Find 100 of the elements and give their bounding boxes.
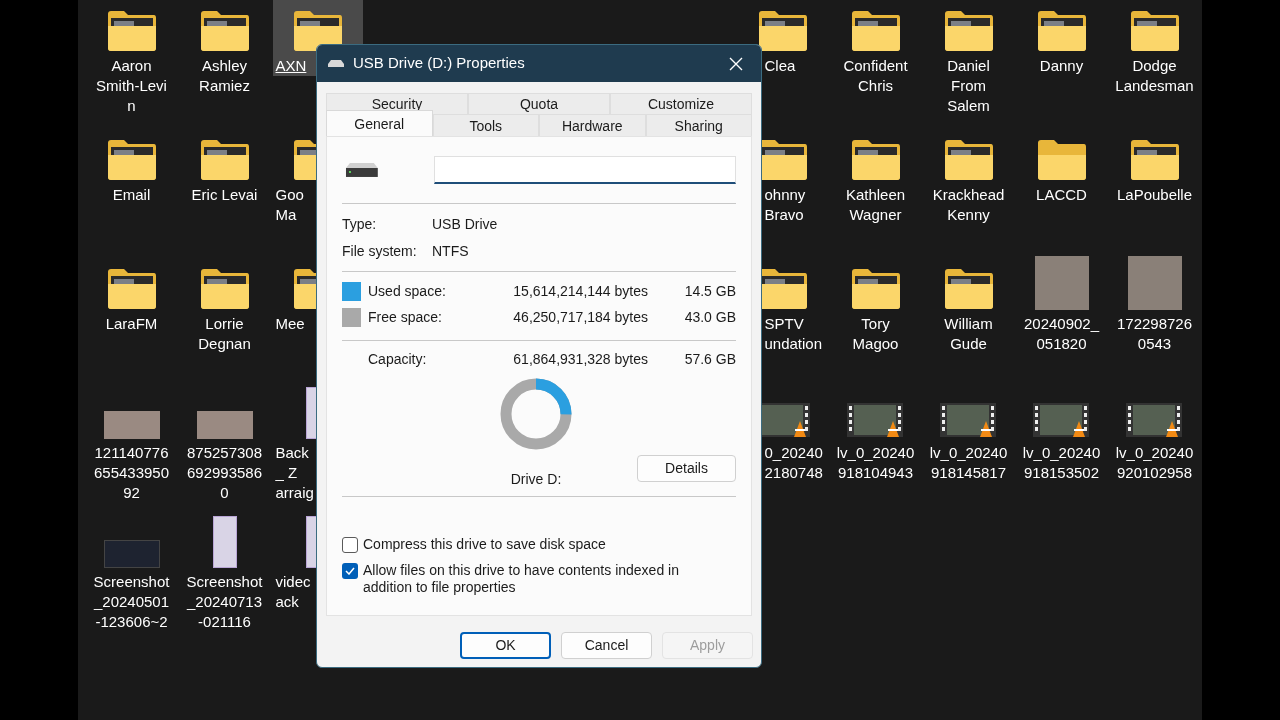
desktop-icon[interactable]: Ashley Ramiez — [179, 0, 270, 96]
desktop-icon-label: Back _ Z arraig — [274, 443, 315, 503]
space-size: 14.5 GB — [683, 281, 736, 301]
property-value: NTFS — [432, 242, 469, 261]
desktop-icon-label: 20240902_ 051820 — [1022, 314, 1101, 354]
checkbox-label: Allow files on this drive to have contents indexed in addition to file properties — [363, 562, 680, 596]
desktop-icon-label: LaraFM — [104, 314, 159, 334]
folder-with-preview-icon — [849, 10, 902, 52]
folder-with-preview-icon — [942, 268, 995, 310]
space-bytes: 61,864,931,328 bytes — [512, 349, 648, 369]
desktop-icon[interactable]: Clea — [737, 0, 828, 76]
video-thumbnail-icon — [1032, 403, 1091, 439]
tab[interactable]: Hardware — [539, 114, 646, 136]
folder-with-preview-icon — [198, 268, 251, 310]
property-value: USB Drive — [432, 215, 498, 234]
desktop-icon-label: Confident Chris — [842, 56, 909, 96]
desktop-icon[interactable]: Danny — [1016, 0, 1107, 76]
desktop-icon-label: Eric Levai — [190, 185, 259, 205]
folder-with-preview-icon — [1035, 10, 1088, 52]
dialog-button[interactable]: OK — [460, 632, 551, 659]
desktop-icon[interactable]: Screenshot _20240713 -021116 — [179, 516, 270, 632]
desktop-icon[interactable]: Screenshot _20240501 -123606~2 — [86, 516, 177, 632]
tab[interactable]: Quota — [468, 93, 610, 114]
space-size: 57.6 GB — [683, 349, 736, 369]
photo-placeholder — [1127, 256, 1182, 310]
desktop-icon[interactable]: lv_0_20240 918153502 — [1016, 387, 1107, 483]
desktop-icon[interactable]: Daniel From Salem — [923, 0, 1014, 116]
property-label: File system: — [342, 242, 418, 261]
checkmark-icon — [345, 567, 355, 575]
video-thumbnail-icon — [939, 403, 998, 439]
desktop-icon-label: Screenshot _20240713 -021116 — [185, 572, 264, 632]
desktop-icon-label: Mee — [274, 314, 306, 334]
desktop-icon-label: lv_0_20240 920102958 — [1114, 443, 1195, 483]
desktop-icon-label: lv_0_20240 918145817 — [928, 443, 1009, 483]
desktop-icon[interactable]: William Gude — [923, 258, 1014, 354]
photo-placeholder — [196, 411, 253, 439]
desktop-icon[interactable]: Confident Chris — [830, 0, 921, 96]
desktop-icon-label: SPTV undation — [764, 314, 824, 354]
checkbox[interactable] — [342, 563, 358, 579]
video-thumbnail-icon — [846, 403, 905, 439]
desktop-icon-label: Goo Ma — [274, 185, 305, 225]
photo-placeholder — [1034, 256, 1089, 310]
desktop-icon-label: Tory Magoo — [851, 314, 900, 354]
folder-with-preview-icon — [942, 10, 995, 52]
space-bytes: 15,614,214,144 bytes — [512, 281, 648, 301]
desktop-icon-label: videc ack — [274, 572, 312, 612]
folder-with-preview-icon — [105, 268, 158, 310]
desktop-icon-label: Kathleen Wagner — [844, 185, 907, 225]
desktop-icon[interactable]: Krackhead Kenny — [923, 129, 1014, 225]
folder-with-preview-icon — [291, 10, 344, 52]
desktop-icon[interactable]: LaraFM — [86, 258, 177, 334]
desktop-icon-label: Aaron Smith-Levi n — [95, 56, 168, 116]
desktop-icon[interactable]: LaPoubelle — [1109, 129, 1200, 205]
folder-with-preview-icon — [942, 139, 995, 181]
desktop-icon[interactable]: 121140776 655433950 92 — [86, 387, 177, 503]
desktop-icon[interactable]: lv_0_20240 918104943 — [830, 387, 921, 483]
desktop-icon[interactable]: Eric Levai — [179, 129, 270, 205]
desktop-icon-label: AXN — [274, 56, 308, 76]
desktop-icon[interactable]: Aaron Smith-Levi n — [86, 0, 177, 116]
drive-label: Drive D: — [510, 470, 562, 489]
video-thumbnail-icon — [1125, 403, 1184, 439]
tab[interactable]: General — [326, 110, 433, 136]
desktop-icon-label: lv_0_20240 918104943 — [835, 443, 916, 483]
folder-with-preview-icon — [1128, 139, 1181, 181]
folder-with-preview-icon — [198, 139, 251, 181]
desktop-icon-label: 875257308 692993586 0 — [185, 443, 264, 503]
screenshot-thumbnail — [212, 516, 237, 568]
screenshot-thumbnail — [103, 540, 160, 568]
dialog-button[interactable]: Cancel — [561, 632, 652, 659]
desktop-icon[interactable]: Email — [86, 129, 177, 205]
desktop-icon[interactable]: Tory Magoo — [830, 258, 921, 354]
desktop-icon[interactable]: LACCD — [1016, 129, 1107, 205]
tab[interactable]: Customize — [610, 93, 752, 114]
desktop-icon-label: Danny — [1038, 56, 1085, 76]
desktop-icon[interactable]: Kathleen Wagner — [830, 129, 921, 225]
desktop-icon-label: William Gude — [943, 314, 994, 354]
desktop-icon-label: Ashley Ramiez — [198, 56, 251, 96]
name-field[interactable] — [433, 156, 736, 184]
tab[interactable]: Sharing — [645, 114, 752, 136]
checkbox[interactable] — [342, 537, 358, 553]
folder-with-preview-icon — [105, 10, 158, 52]
folder-with-preview-icon — [198, 10, 251, 52]
desktop-icon[interactable]: lv_0_20240 920102958 — [1109, 387, 1200, 483]
details-button[interactable]: Details — [637, 455, 736, 482]
space-bytes: 46,250,717,184 bytes — [512, 307, 648, 327]
desktop-icon-label: Daniel From Salem — [946, 56, 991, 116]
desktop-icon[interactable]: 875257308 692993586 0 — [179, 387, 270, 503]
space-size: 43.0 GB — [683, 307, 736, 327]
desktop-icon[interactable]: SPTV undation — [737, 258, 828, 354]
desktop-icon[interactable]: Lorrie Degnan — [179, 258, 270, 354]
desktop-icon-label: ohnny Bravo — [764, 185, 807, 225]
desktop-icon[interactable]: lv_0_20240 918145817 — [923, 387, 1014, 483]
folder-with-preview-icon — [756, 10, 809, 52]
desktop-icon[interactable]: 172298726 0543 — [1109, 258, 1200, 354]
desktop-icon-label: 172298726 0543 — [1115, 314, 1194, 354]
desktop-icon-label: 121140776 655433950 92 — [92, 443, 171, 503]
desktop-icon[interactable]: Dodge Landesman — [1109, 0, 1200, 96]
desktop-icon-label: Krackhead Kenny — [931, 185, 1006, 225]
desktop-icon[interactable]: 20240902_ 051820 — [1016, 258, 1107, 354]
tab[interactable]: Tools — [432, 114, 539, 136]
